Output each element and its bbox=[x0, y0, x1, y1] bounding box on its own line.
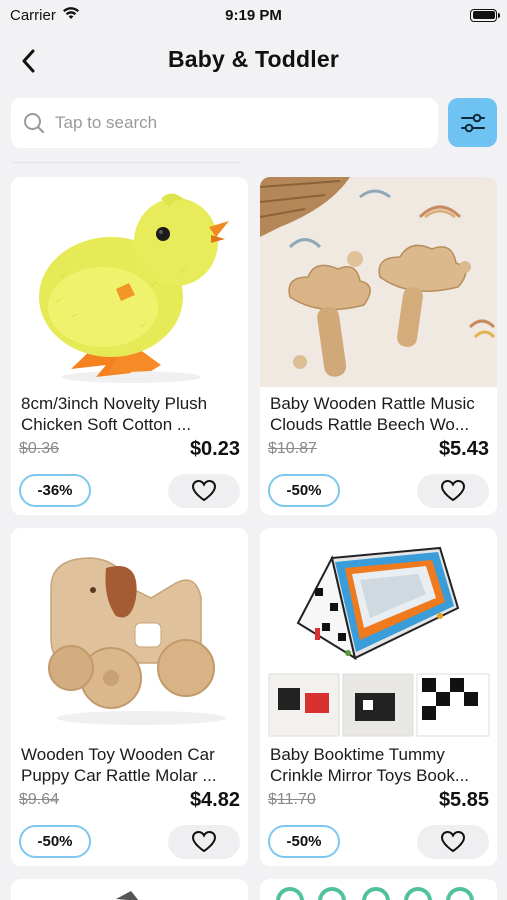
carrier-label: Carrier bbox=[10, 6, 56, 24]
product-image bbox=[11, 528, 248, 738]
favorite-button[interactable] bbox=[168, 825, 240, 859]
product-card[interactable]: Wooden Toy Wooden Car Puppy Car Rattle M… bbox=[11, 528, 248, 866]
status-left: Carrier bbox=[10, 6, 80, 24]
original-price: $9.64 bbox=[19, 791, 60, 808]
product-card-partial[interactable] bbox=[260, 879, 497, 900]
status-bar: Carrier 9:19 PM bbox=[0, 0, 507, 30]
product-image bbox=[11, 177, 248, 387]
product-image bbox=[260, 528, 497, 738]
product-image bbox=[260, 177, 497, 387]
product-title: Baby Booktime Tummy Crinkle Mirror Toys … bbox=[270, 745, 470, 785]
search-input[interactable] bbox=[55, 113, 415, 133]
heart-icon bbox=[191, 830, 217, 853]
divider bbox=[12, 162, 240, 163]
sale-price: $5.43 bbox=[438, 438, 489, 460]
heart-icon bbox=[440, 830, 466, 853]
original-price: $11.70 bbox=[268, 791, 316, 808]
battery-icon bbox=[470, 8, 500, 22]
product-title: 8cm/3inch Novelty Plush Chicken Soft Cot… bbox=[21, 394, 208, 434]
favorite-button[interactable] bbox=[417, 474, 489, 508]
discount-badge: -50% bbox=[19, 825, 91, 858]
product-title: Wooden Toy Wooden Car Puppy Car Rattle M… bbox=[21, 745, 217, 785]
product-card[interactable]: Baby Wooden Rattle Music Clouds Rattle B… bbox=[260, 177, 497, 515]
favorite-button[interactable] bbox=[168, 474, 240, 508]
product-title: Baby Wooden Rattle Music Clouds Rattle B… bbox=[270, 394, 475, 434]
discount-badge: -36% bbox=[19, 474, 91, 507]
page-title: Baby & Toddler bbox=[167, 46, 340, 72]
sale-price: $0.23 bbox=[189, 438, 240, 460]
filter-sliders-icon bbox=[460, 113, 485, 132]
product-card-partial[interactable] bbox=[11, 879, 248, 900]
search-icon bbox=[24, 113, 45, 134]
search-bar[interactable] bbox=[11, 98, 438, 148]
sale-price: $4.82 bbox=[189, 789, 240, 811]
sale-price: $5.85 bbox=[438, 789, 489, 811]
product-card[interactable]: Baby Booktime Tummy Crinkle Mirror Toys … bbox=[260, 528, 497, 866]
heart-icon bbox=[440, 479, 466, 502]
original-price: $10.87 bbox=[268, 440, 317, 457]
heart-icon bbox=[191, 479, 217, 502]
favorite-button[interactable] bbox=[417, 825, 489, 859]
nav-bar: Baby & Toddler bbox=[0, 36, 507, 84]
discount-badge: -50% bbox=[268, 825, 340, 858]
product-card[interactable]: 8cm/3inch Novelty Plush Chicken Soft Cot… bbox=[11, 177, 248, 515]
discount-badge: -50% bbox=[268, 474, 340, 507]
filter-button[interactable] bbox=[448, 98, 497, 147]
wifi-icon bbox=[62, 6, 80, 24]
original-price: $0.36 bbox=[19, 440, 60, 457]
